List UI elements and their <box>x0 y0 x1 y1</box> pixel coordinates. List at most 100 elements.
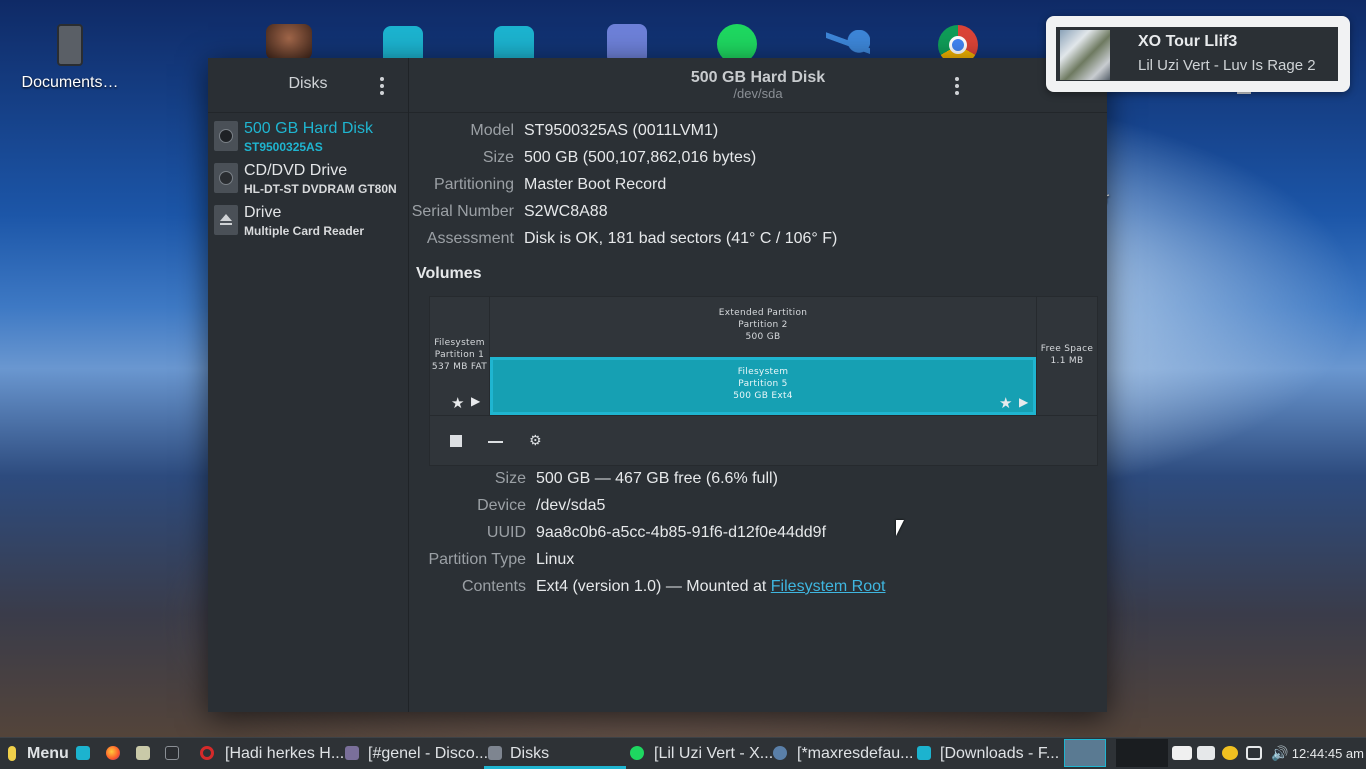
assessment-value: Disk is OK, 181 bad sectors (41° C / 106… <box>524 230 838 247</box>
firefox-icon[interactable] <box>106 746 120 760</box>
show-desktop-icon[interactable] <box>76 746 90 760</box>
play-icon: ▶ <box>471 394 481 408</box>
size-value: 500 GB (500,107,862,016 bytes) <box>524 149 757 166</box>
drive-model: ST9500325AS <box>244 140 323 154</box>
filesystem-root-link[interactable]: Filesystem Root <box>771 578 886 595</box>
network-tray-icon[interactable] <box>1246 746 1262 760</box>
free-space[interactable]: Free Space 1.1 MB <box>1037 297 1097 415</box>
partition-5[interactable]: Filesystem Partition 5 500 GB Ext4 ★ ▶ <box>490 357 1036 415</box>
uuid-label: UUID <box>486 524 526 541</box>
partitioning-value: Master Boot Record <box>524 176 667 193</box>
assessment-label: Assessment <box>426 230 514 247</box>
volume-map: Filesystem Partition 1 537 MB FAT ★ ▶ Ex… <box>429 296 1098 466</box>
star-icon: ★ <box>999 394 1013 412</box>
volume-size-value: 500 GB — 467 GB free (6.6% full) <box>536 470 778 487</box>
drive-name: 500 GB Hard Disk <box>244 120 373 137</box>
volumes-heading: Volumes <box>416 265 482 282</box>
extended-name: Partition 2 <box>738 320 788 330</box>
app-icon-1[interactable] <box>266 24 312 60</box>
free-space-size: 1.1 MB <box>1050 356 1084 366</box>
serial-value: S2WC8A88 <box>524 203 608 220</box>
discord-task-icon <box>345 746 359 760</box>
partition-type-label: Partition Type <box>428 551 526 568</box>
mouse-cursor <box>896 520 904 536</box>
partition-1-name: Partition 1 <box>434 350 485 360</box>
clock[interactable]: 12:44:45 am <box>1292 738 1364 769</box>
drive-item-card-reader[interactable]: Drive Multiple Card Reader <box>208 199 408 241</box>
star-icon: ★ <box>451 394 465 412</box>
partition-5-size: 500 GB Ext4 <box>733 391 793 401</box>
disks-app-icon <box>488 746 502 760</box>
extended-type: Extended Partition <box>718 308 808 318</box>
eject-icon <box>214 205 238 235</box>
device-value: /dev/sda5 <box>536 497 606 514</box>
phone-icon <box>57 24 83 66</box>
stop-icon[interactable] <box>450 435 462 447</box>
task-disks[interactable]: Disks <box>484 738 626 769</box>
desktop-icon-documents[interactable]: Documents… <box>20 24 120 92</box>
serial-label: Serial Number <box>411 203 514 220</box>
drive-name: CD/DVD Drive <box>244 162 348 179</box>
header-bar: 500 GB Hard Disk /dev/sda ✕ <box>409 58 1289 113</box>
window-title: 500 GB Hard Disk <box>690 69 826 86</box>
desktop-icon-label: Documents… <box>21 74 119 91</box>
music-notification[interactable]: XO Tour Llif3 Lil Uzi Vert - Luv Is Rage… <box>1046 16 1350 92</box>
terminal-tray-icon[interactable] <box>1172 746 1192 760</box>
mint-menu-icon[interactable] <box>8 746 16 761</box>
uuid-value: 9aa8c0b6-a5cc-4b85-91f6-d12f0e44dd9f <box>536 524 827 541</box>
drive-item-hard-disk[interactable]: 500 GB Hard Disk ST9500325AS <box>208 115 408 157</box>
delete-partition-icon[interactable] <box>488 441 503 443</box>
workspace-2[interactable] <box>1116 739 1168 767</box>
discord-tray-icon[interactable] <box>1197 746 1215 760</box>
hard-disk-icon <box>214 121 238 151</box>
partition-1-size: 537 MB FAT <box>431 362 488 372</box>
files-icon[interactable] <box>136 746 150 760</box>
task-image[interactable]: [*maxresdefau... <box>797 738 914 769</box>
optical-disc-icon <box>214 163 238 193</box>
image-viewer-icon <box>773 746 787 760</box>
terminal-icon[interactable] <box>165 746 179 760</box>
drive-name: Drive <box>244 204 282 221</box>
workspace-1[interactable] <box>1064 739 1106 767</box>
task-discord[interactable]: [#genel - Disco... <box>368 738 488 769</box>
spotify-task-icon <box>630 746 644 760</box>
main-pane: 500 GB Hard Disk /dev/sda ✕ Model ST9500… <box>409 58 1289 712</box>
partition-type-value: Linux <box>536 551 575 568</box>
menu-button[interactable]: Menu <box>27 738 69 769</box>
disks-window: Disks 500 GB Hard Disk ST9500325AS CD/DV… <box>208 58 1289 712</box>
partitioning-label: Partitioning <box>433 176 514 193</box>
partition-5-type: Filesystem <box>737 367 789 377</box>
size-label: Size <box>482 149 514 166</box>
task-downloads[interactable]: [Downloads - F... <box>940 738 1059 769</box>
album-art-image <box>1060 30 1110 80</box>
volume-size-label: Size <box>494 470 526 487</box>
device-label: Device <box>477 497 526 514</box>
free-space-label: Free Space <box>1040 344 1094 354</box>
taskbar: Menu [Hadi herkes H... [#genel - Disco..… <box>0 737 1366 769</box>
model-value: ST9500325AS (0011LVM1) <box>524 122 719 139</box>
play-icon: ▶ <box>1019 395 1029 409</box>
sidebar-header: Disks <box>208 58 408 113</box>
steam-icon[interactable] <box>826 30 870 58</box>
notification-title: XO Tour Llif3 <box>1138 33 1238 50</box>
sidebar-menu-icon[interactable] <box>380 77 384 95</box>
drive-menu-icon[interactable] <box>955 77 959 95</box>
contents-text: Ext4 (version 1.0) — Mounted at <box>536 578 771 595</box>
drive-model: Multiple Card Reader <box>244 224 365 238</box>
drive-item-cd-dvd[interactable]: CD/DVD Drive HL-DT-ST DVDRAM GT80N <box>208 157 408 199</box>
model-label: Model <box>470 122 514 139</box>
gears-icon[interactable]: ⚙ <box>529 433 542 449</box>
partition-5-name: Partition 5 <box>738 379 788 389</box>
sidebar-title: Disks <box>288 75 328 92</box>
opera-icon[interactable] <box>200 746 214 760</box>
task-hadi[interactable]: [Hadi herkes H... <box>225 738 344 769</box>
task-spotify[interactable]: [Lil Uzi Vert - X... <box>654 738 773 769</box>
sync-tray-icon[interactable] <box>1222 746 1238 760</box>
extended-size: 500 GB <box>745 332 781 342</box>
extended-partition[interactable]: Extended Partition Partition 2 500 GB <box>490 297 1036 357</box>
drive-model: HL-DT-ST DVDRAM GT80N <box>244 182 397 196</box>
partition-1[interactable]: Filesystem Partition 1 537 MB FAT ★ ▶ <box>430 297 489 415</box>
contents-label: Contents <box>461 578 526 595</box>
folder-task-icon <box>917 746 931 760</box>
volume-tray-icon[interactable]: 🔊 <box>1271 738 1288 769</box>
